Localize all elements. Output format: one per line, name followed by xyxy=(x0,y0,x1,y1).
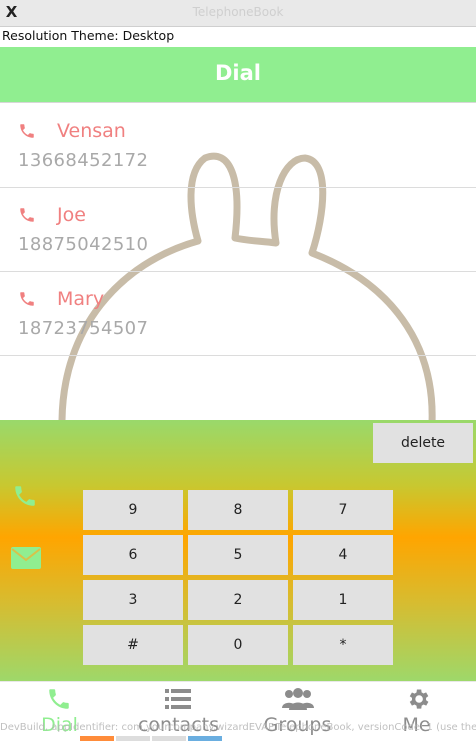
contact-row[interactable]: Vensan 13668452172 xyxy=(0,103,476,188)
contact-name: Vensan xyxy=(57,120,126,142)
tab-indicator-bar xyxy=(188,736,222,741)
tab-indicator-bar xyxy=(80,736,114,741)
devbuild-watermark: DevBuild, appIdentifier: com.yourcompany… xyxy=(0,722,476,733)
dial-key[interactable]: 4 xyxy=(293,535,393,575)
contact-row[interactable]: Mary 18723754507 xyxy=(0,271,476,356)
dial-key[interactable]: 0 xyxy=(188,625,288,665)
contact-number: 18723754507 xyxy=(18,318,149,339)
window-titlebar: X TelephoneBook xyxy=(0,0,476,27)
theme-label: Resolution Theme: Desktop xyxy=(2,28,175,43)
app-bar: Dial xyxy=(0,47,476,103)
call-phone-icon[interactable] xyxy=(12,483,38,509)
dial-pad: delete 9 8 7 6 5 4 3 2 1 # 0 * xyxy=(0,420,476,681)
contact-row[interactable]: Joe 18875042510 xyxy=(0,187,476,272)
gear-icon xyxy=(409,689,429,709)
message-envelope-icon[interactable] xyxy=(10,545,42,571)
tab-indicator-bar xyxy=(152,736,186,741)
contact-number: 18875042510 xyxy=(18,234,149,255)
dial-key[interactable]: 7 xyxy=(293,490,393,530)
dial-key[interactable]: 6 xyxy=(83,535,183,575)
dial-key[interactable]: 1 xyxy=(293,580,393,620)
contact-list[interactable]: Vensan 13668452172 Joe 18875042510 Mary … xyxy=(0,103,476,420)
dial-key[interactable]: 5 xyxy=(188,535,288,575)
dial-key[interactable]: 8 xyxy=(188,490,288,530)
phone-icon xyxy=(20,208,34,222)
dial-key[interactable]: 3 xyxy=(83,580,183,620)
contact-name: Mary xyxy=(57,288,105,310)
page-title: Dial xyxy=(215,61,261,85)
dial-key[interactable]: * xyxy=(293,625,393,665)
list-icon xyxy=(165,689,191,709)
contact-number: 13668452172 xyxy=(18,150,149,171)
phone-icon xyxy=(20,292,34,306)
contact-name: Joe xyxy=(57,204,86,226)
phone-icon xyxy=(20,124,34,138)
group-icon xyxy=(282,688,314,710)
phone-icon xyxy=(49,689,69,709)
window-title: TelephoneBook xyxy=(192,5,284,19)
dial-key[interactable]: # xyxy=(83,625,183,665)
dial-key[interactable]: 2 xyxy=(188,580,288,620)
delete-button[interactable]: delete xyxy=(373,423,473,463)
tab-indicator-bar xyxy=(116,736,150,741)
dial-key[interactable]: 9 xyxy=(83,490,183,530)
